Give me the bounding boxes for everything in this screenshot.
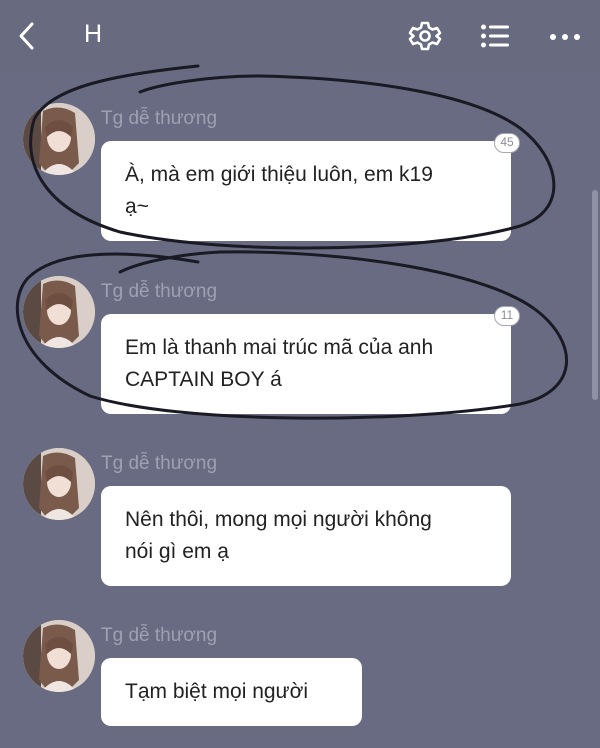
message-text-line: ạ~ bbox=[125, 195, 149, 218]
avatar[interactable] bbox=[23, 103, 95, 175]
message-text-line: nói gì em ạ bbox=[125, 540, 229, 563]
message-text-line: Nên thôi, mong mọi người không bbox=[125, 508, 432, 531]
chat-header: H bbox=[0, 0, 600, 72]
message-text-line: À, mà em giới thiệu luôn, em k19 bbox=[125, 163, 433, 186]
chat-title: H bbox=[84, 20, 103, 48]
more-options-button[interactable] bbox=[548, 30, 582, 42]
message-bubble[interactable]: À, mà em giới thiệu luôn, em k19 ạ~ 45 bbox=[101, 133, 520, 241]
sender-name: Tg dễ thương bbox=[101, 625, 218, 646]
settings-button[interactable] bbox=[408, 19, 442, 53]
message-text-line: Em là thanh mai trúc mã của anh bbox=[125, 336, 434, 359]
message-bubble[interactable]: Tạm biệt mọi người bbox=[101, 658, 362, 726]
chevron-left-icon bbox=[19, 22, 34, 50]
more-icon bbox=[550, 34, 580, 40]
avatar[interactable] bbox=[23, 448, 95, 520]
message-list[interactable]: Tg dễ thương À, mà em giới thiệu luôn, e… bbox=[0, 72, 600, 748]
sender-name: Tg dễ thương bbox=[101, 108, 218, 129]
avatar-photo bbox=[23, 620, 95, 692]
avatar-photo bbox=[23, 276, 95, 348]
scrollbar[interactable] bbox=[592, 190, 598, 400]
avatar-photo bbox=[23, 448, 95, 520]
sender-name: Tg dễ thương bbox=[101, 281, 218, 302]
message-bubble[interactable]: Em là thanh mai trúc mã của anh CAPTAIN … bbox=[101, 306, 520, 414]
gear-icon bbox=[408, 21, 442, 51]
unread-count-badge: 45 bbox=[494, 133, 520, 153]
avatar-photo bbox=[23, 103, 95, 175]
sender-name: Tg dễ thương bbox=[101, 453, 218, 474]
back-button[interactable] bbox=[12, 18, 42, 54]
message-bubble[interactable]: Nên thôi, mong mọi người không nói gì em… bbox=[101, 486, 511, 586]
list-icon bbox=[481, 24, 509, 48]
menu-button[interactable] bbox=[480, 22, 510, 50]
unread-count-badge: 11 bbox=[494, 306, 520, 326]
message-text-line: Tạm biệt mọi người bbox=[125, 680, 309, 703]
avatar[interactable] bbox=[23, 620, 95, 692]
avatar[interactable] bbox=[23, 276, 95, 348]
message-text-line: CAPTAIN BOY á bbox=[125, 368, 282, 391]
